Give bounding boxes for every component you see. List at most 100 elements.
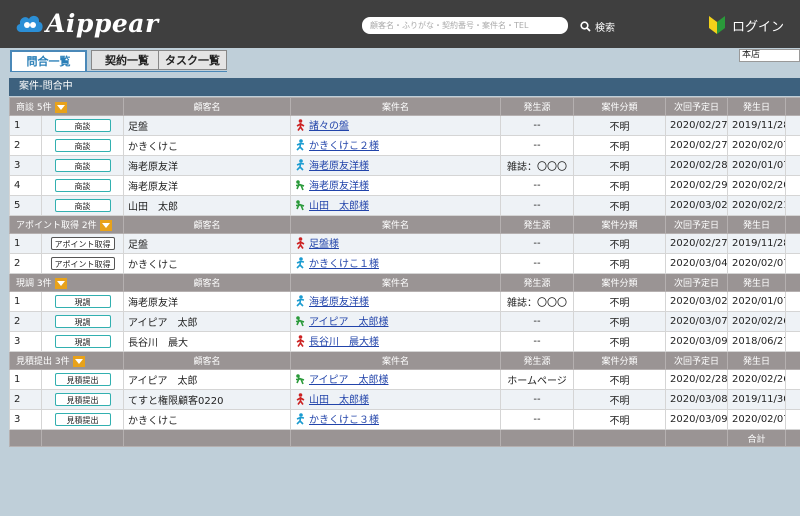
row-number: 3 bbox=[9, 155, 42, 176]
person-teal-icon bbox=[296, 294, 305, 307]
case-cell: 長谷川 晨大様 bbox=[290, 331, 501, 352]
person-teal-icon bbox=[296, 158, 305, 171]
next-date: 2020/03/02 bbox=[665, 195, 728, 216]
search-input[interactable] bbox=[362, 17, 568, 34]
search-button-label: 検索 bbox=[595, 22, 615, 34]
footer-cell bbox=[9, 429, 42, 447]
table-row[interactable]: 3 見積提出 かきくけこ かきくけこ３様 -- 不明 2020/03/09 2020/02/0… bbox=[9, 409, 800, 430]
tab-contract-list[interactable]: 契約一覧 bbox=[91, 50, 163, 70]
case-link[interactable]: 諸々の盤 bbox=[309, 117, 349, 132]
case-link[interactable]: 長谷川 晨大様 bbox=[309, 333, 379, 348]
status-button[interactable]: アポイント取得 bbox=[50, 257, 115, 270]
collapse-toggle-icon[interactable] bbox=[72, 356, 85, 367]
status-button[interactable]: 見積提出 bbox=[54, 393, 111, 406]
table-row[interactable]: 5 商談 山田 太郎 山田 太郎様 -- 不明 2020/03/02 2020/02/21 bbox=[9, 195, 800, 216]
status-button[interactable]: アポイント取得 bbox=[50, 237, 115, 250]
footer-spacer bbox=[785, 429, 800, 447]
case-link[interactable]: アイピア 太郎様 bbox=[309, 313, 389, 328]
tab-inquiry-list[interactable]: 問合一覧 bbox=[10, 50, 87, 72]
table-row[interactable]: 2 見積提出 てすと権限顧客0220 山田 太郎様 -- 不明 2020/03/08 2019… bbox=[9, 389, 800, 410]
case-link[interactable]: かきくけこ１様 bbox=[309, 255, 379, 270]
source: -- bbox=[500, 233, 574, 254]
group-label: 現調 3件 bbox=[9, 273, 124, 292]
occurrence-date: 2020/01/07 bbox=[727, 155, 786, 176]
next-date: 2020/03/09 bbox=[665, 331, 728, 352]
source: -- bbox=[500, 331, 574, 352]
table-row[interactable]: 1 アポイント取得 足盤 足盤様 -- 不明 2020/02/27 2019/11/28 bbox=[9, 233, 800, 254]
column-header: 案件名 bbox=[290, 215, 501, 234]
case-link[interactable]: 海老原友洋様 bbox=[309, 293, 369, 308]
search-icon bbox=[580, 20, 591, 32]
case-link[interactable]: 海老原友洋様 bbox=[309, 177, 369, 192]
status-button[interactable]: 商談 bbox=[54, 199, 111, 212]
status-button[interactable]: 現調 bbox=[54, 335, 111, 348]
column-header: 発生日 bbox=[727, 351, 786, 370]
case-cell: 海老原友洋様 bbox=[290, 155, 501, 176]
category: 不明 bbox=[573, 291, 666, 312]
case-link[interactable]: 山田 太郎様 bbox=[309, 391, 369, 406]
table-row[interactable]: 4 商談 海老原友洋 海老原友洋様 -- 不明 2020/02/29 2020/02/20 bbox=[9, 175, 800, 196]
column-header: 発生源 bbox=[500, 215, 574, 234]
table-row[interactable]: 3 現調 長谷川 晨大 長谷川 晨大様 -- 不明 2020/03/09 2018/06/27 bbox=[9, 331, 800, 352]
column-header: 発生源 bbox=[500, 97, 574, 116]
collapse-toggle-icon[interactable] bbox=[54, 278, 67, 289]
status-button[interactable]: 商談 bbox=[54, 179, 111, 192]
login-label: ログイン bbox=[732, 19, 785, 35]
column-header-spacer bbox=[785, 97, 800, 116]
table-row[interactable]: 1 商談 足盤 諸々の盤 -- 不明 2020/02/27 2019/11/28 bbox=[9, 115, 800, 136]
case-link[interactable]: 足盤様 bbox=[309, 235, 339, 250]
customer-name: アイピア 太郎 bbox=[123, 311, 291, 332]
table-row[interactable]: 2 現調 アイピア 太郎 アイピア 太郎様 -- 不明 2020/03/07 2020/02/… bbox=[9, 311, 800, 332]
login-button[interactable]: ログイン bbox=[706, 14, 784, 36]
collapse-toggle-icon[interactable] bbox=[99, 220, 112, 231]
beginner-mark-icon bbox=[709, 16, 725, 34]
person-teal-icon bbox=[296, 412, 305, 425]
occurrence-date: 2020/02/26 bbox=[727, 369, 786, 390]
group-label: 見積提出 3件 bbox=[9, 351, 124, 370]
case-link[interactable]: かきくけこ３様 bbox=[309, 411, 379, 426]
table-row[interactable]: 2 アポイント取得 かきくけこ かきくけこ１様 -- 不明 2020/03/04 2020/0… bbox=[9, 253, 800, 274]
case-person: かきくけこ１様 bbox=[295, 255, 379, 270]
status-button[interactable]: 見積提出 bbox=[54, 413, 111, 426]
collapse-toggle-icon[interactable] bbox=[54, 102, 67, 113]
status-cell: 現調 bbox=[41, 291, 124, 312]
category: 不明 bbox=[573, 195, 666, 216]
case-link[interactable]: アイピア 太郎様 bbox=[309, 371, 389, 386]
table-row[interactable]: 1 現調 海老原友洋 海老原友洋様 雑誌：〇〇〇 不明 2020/03/02 2020/01/… bbox=[9, 291, 800, 312]
group-label-text: アポイント取得 2件 bbox=[16, 221, 97, 231]
person-red-icon bbox=[296, 118, 305, 131]
tab-task-list[interactable]: タスク一覧 bbox=[158, 50, 227, 70]
row-number: 5 bbox=[9, 195, 42, 216]
status-button[interactable]: 見積提出 bbox=[54, 373, 111, 386]
table-row[interactable]: 2 商談 かきくけこ かきくけこ２様 -- 不明 2020/02/27 2020/02/07 bbox=[9, 135, 800, 156]
status-button[interactable]: 商談 bbox=[54, 139, 111, 152]
row-spacer bbox=[785, 135, 800, 156]
footer-cell bbox=[665, 429, 728, 447]
tab-underline bbox=[10, 71, 227, 72]
case-link[interactable]: 海老原友洋様 bbox=[309, 157, 369, 172]
customer-name: 足盤 bbox=[123, 233, 291, 254]
table-row[interactable]: 3 商談 海老原友洋 海老原友洋様 雑誌：〇〇〇 不明 2020/02/28 2020/01/… bbox=[9, 155, 800, 176]
next-date: 2020/03/04 bbox=[665, 253, 728, 274]
case-cell: アイピア 太郎様 bbox=[290, 369, 501, 390]
status-button[interactable]: 商談 bbox=[54, 119, 111, 132]
table-footer: 合計 bbox=[9, 429, 800, 447]
status-button[interactable]: 現調 bbox=[54, 295, 111, 308]
person-green-icon bbox=[295, 199, 305, 211]
row-spacer bbox=[785, 389, 800, 410]
app-logo[interactable]: Aippear bbox=[14, 8, 159, 38]
status-button[interactable]: 商談 bbox=[54, 159, 111, 172]
person-green-icon bbox=[295, 315, 305, 327]
store-select[interactable]: 本店 bbox=[739, 49, 800, 62]
case-link[interactable]: かきくけこ２様 bbox=[309, 137, 379, 152]
case-link[interactable]: 山田 太郎様 bbox=[309, 197, 369, 212]
case-person: かきくけこ３様 bbox=[295, 411, 379, 426]
status-button[interactable]: 現調 bbox=[54, 315, 111, 328]
group-label: アポイント取得 2件 bbox=[9, 215, 124, 234]
total-label: 合計 bbox=[727, 429, 786, 447]
cloud-logo-icon bbox=[16, 15, 43, 32]
next-date: 2020/03/09 bbox=[665, 409, 728, 430]
row-spacer bbox=[785, 311, 800, 332]
table-row[interactable]: 1 見積提出 アイピア 太郎 アイピア 太郎様 ホームページ 不明 2020/02/28 20… bbox=[9, 369, 800, 390]
search-button[interactable]: 検索 bbox=[580, 18, 615, 34]
